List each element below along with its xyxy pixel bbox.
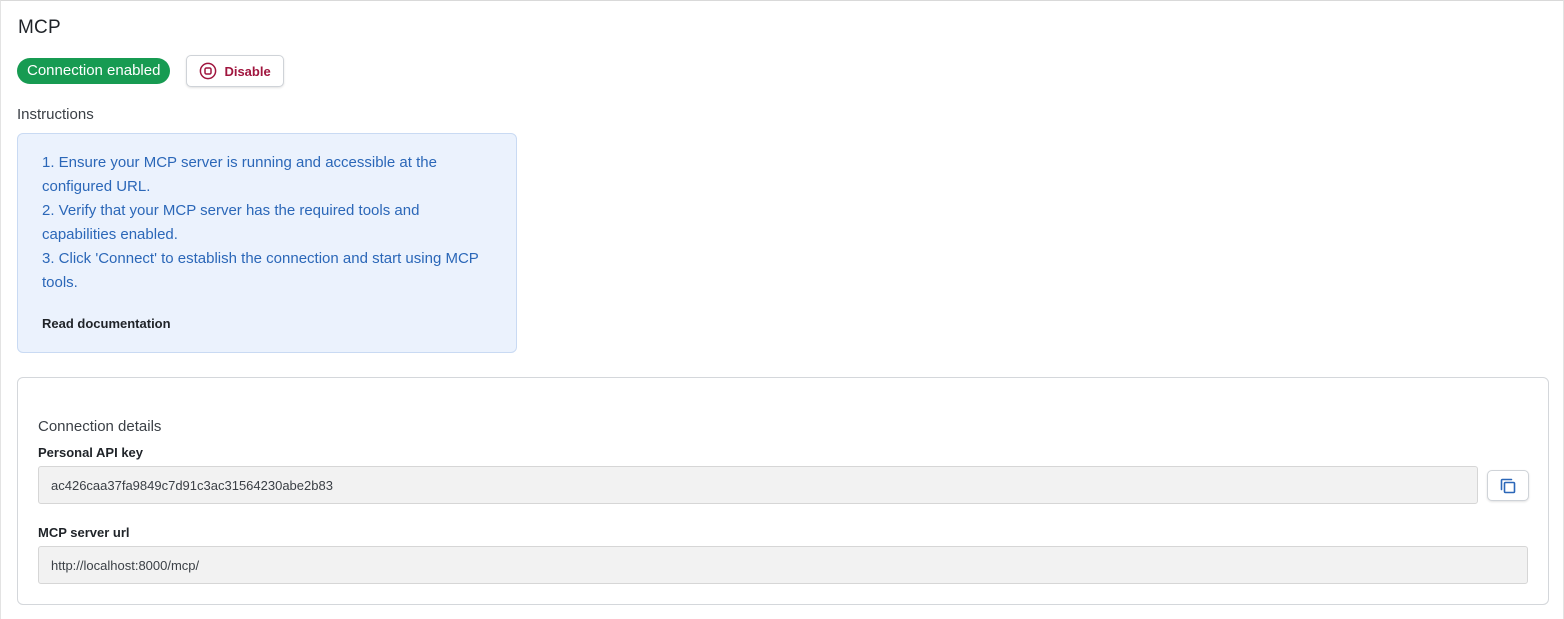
connection-details-heading: Connection details xyxy=(38,418,162,435)
api-key-field[interactable] xyxy=(38,466,1478,504)
stop-circle-icon xyxy=(199,62,217,80)
disable-button[interactable]: Disable xyxy=(186,55,284,87)
server-url-label: MCP server url xyxy=(38,525,130,540)
instructions-box: 1. Ensure your MCP server is running and… xyxy=(17,133,517,353)
server-url-field[interactable] xyxy=(38,546,1528,584)
read-documentation-link[interactable]: Read documentation xyxy=(42,316,171,331)
page-title: MCP xyxy=(18,17,61,38)
copy-icon xyxy=(1498,476,1518,496)
instruction-step: 2. Verify that your MCP server has the r… xyxy=(42,202,420,243)
connection-status-row: Connection enabled Disable xyxy=(17,55,284,87)
api-key-label: Personal API key xyxy=(38,445,144,460)
disable-button-label: Disable xyxy=(224,63,271,79)
copy-api-key-button[interactable] xyxy=(1487,470,1529,501)
instructions-label: Instructions xyxy=(17,106,94,123)
mcp-settings-panel: MCP Connection enabled Disable Instructi… xyxy=(0,0,1564,619)
connection-details-card: Connection details Personal API key MCP … xyxy=(17,377,1549,605)
instruction-step: 1. Ensure your MCP server is running and… xyxy=(42,154,437,195)
instruction-step: 3. Click 'Connect' to establish the conn… xyxy=(42,250,479,291)
status-badge: Connection enabled xyxy=(17,58,171,84)
